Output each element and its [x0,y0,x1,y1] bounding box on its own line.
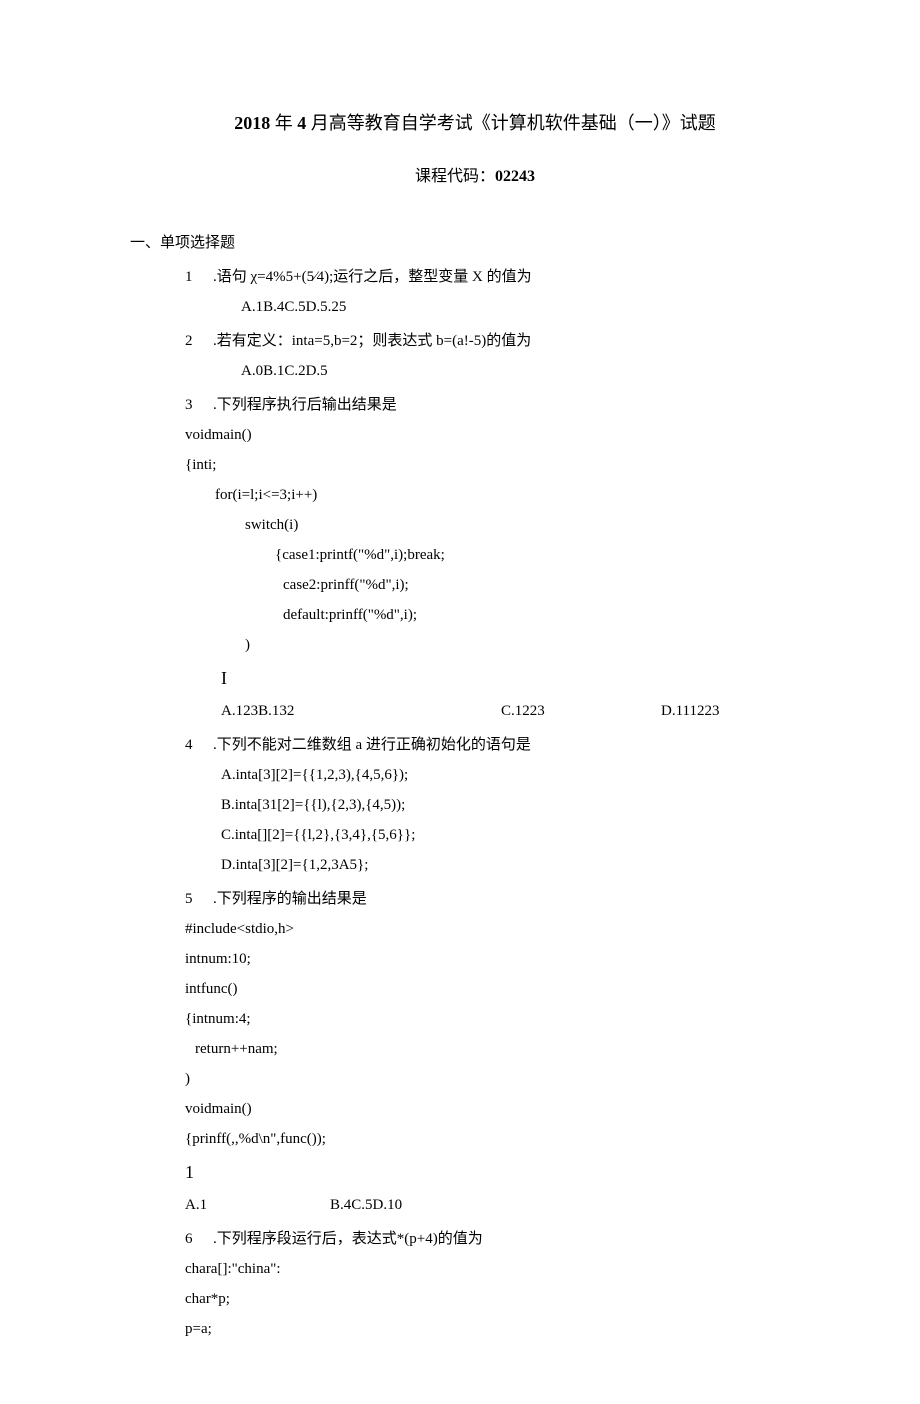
course-code: 02243 [495,168,535,185]
section-heading: 一、单项选择题 [130,228,820,258]
code-line: voidmain() [185,420,820,450]
question-5-options: A.1B.4C.5D.10 [185,1190,820,1220]
title-mid: 年 [270,113,297,133]
question-5: 5 .下列程序的输出结果是 [185,884,820,914]
question-text: .下列程序执行后输出结果是 [213,390,820,420]
option-a: A.inta[3][2]={{1,2,3),{4,5,6}); [185,760,820,790]
question-2: 2 .若有定义：inta=5,b=2；则表达式 b=(a!-5)的值为 [185,326,820,356]
question-list: 1 .语句 χ=4%5+(5⁄4);运行之后，整型变量 X 的值为 A.1B.4… [130,262,820,1344]
question-number: 1 [185,262,213,292]
code-line: chara[]:"china": [185,1254,820,1284]
code-line: 1 [185,1154,820,1190]
question-6: 6 .下列程序段运行后，表达式*(p+4)的值为 [185,1224,820,1254]
option-d: D.inta[3][2]={1,2,3A5}; [185,850,820,880]
code-line: #include<stdio,h> [185,914,820,944]
option-a: A.1 [185,1190,330,1220]
question-text: .若有定义：inta=5,b=2；则表达式 b=(a!-5)的值为 [213,326,820,356]
code-line: char*p; [185,1284,820,1314]
year-bold: 2018 [234,113,270,133]
option-c: C.inta[][2]={{l,2},{3,4},{5,6}}; [185,820,820,850]
code-line: {case1:printf("%d",i);break; [185,540,820,570]
question-number: 5 [185,884,213,914]
option-a-b: A.123B.132 [221,696,501,726]
question-3: 3 .下列程序执行后输出结果是 [185,390,820,420]
month-bold: 4 [297,113,306,133]
option-b: B.inta[31[2]={{l),{2,3),{4,5)); [185,790,820,820]
course-label: 课程代码： [415,168,495,185]
option-bcd: B.4C.5D.10 [330,1197,402,1213]
code-line: {intnum:4; [185,1004,820,1034]
code-line: intnum:10; [185,944,820,974]
question-number: 3 [185,390,213,420]
question-1-options: A.1B.4C.5D.5.25 [185,292,820,322]
question-4: 4 .下列不能对二维数组 a 进行正确初始化的语句是 [185,730,820,760]
question-text: .下列不能对二维数组 a 进行正确初始化的语句是 [213,730,820,760]
code-line: {inti; [185,450,820,480]
question-number: 4 [185,730,213,760]
code-line: I [185,660,820,696]
option-c: C.1223 [501,696,661,726]
exam-page: 2018 年 4 月高等教育自学考试《计算机软件基础（一）》试题 课程代码：02… [0,0,920,1404]
code-line: p=a; [185,1314,820,1344]
exam-title: 2018 年 4 月高等教育自学考试《计算机软件基础（一）》试题 [130,105,820,141]
code-line: for(i=l;i<=3;i++) [185,480,820,510]
question-number: 6 [185,1224,213,1254]
question-text: .下列程序段运行后，表达式*(p+4)的值为 [213,1224,820,1254]
code-line: voidmain() [185,1094,820,1124]
code-line: switch(i) [185,510,820,540]
question-3-options: A.123B.132 C.1223 D.111223 [185,696,820,726]
question-number: 2 [185,326,213,356]
question-text: .下列程序的输出结果是 [213,884,820,914]
code-line: case2:prinff("%d",i); [185,570,820,600]
code-line: intfunc() [185,974,820,1004]
question-1: 1 .语句 χ=4%5+(5⁄4);运行之后，整型变量 X 的值为 [185,262,820,292]
code-line: {prinff(,,%d\n",func()); [185,1124,820,1154]
title-rest: 月高等教育自学考试《计算机软件基础（一）》试题 [306,113,716,133]
code-line: default:prinff("%d",i); [185,600,820,630]
option-d: D.111223 [661,696,781,726]
code-line: return++nam; [185,1034,820,1064]
question-2-options: A.0B.1C.2D.5 [185,356,820,386]
code-line: ) [185,1064,820,1094]
code-line: ) [185,630,820,660]
question-text: .语句 χ=4%5+(5⁄4);运行之后，整型变量 X 的值为 [213,262,820,292]
course-code-line: 课程代码：02243 [130,161,820,193]
